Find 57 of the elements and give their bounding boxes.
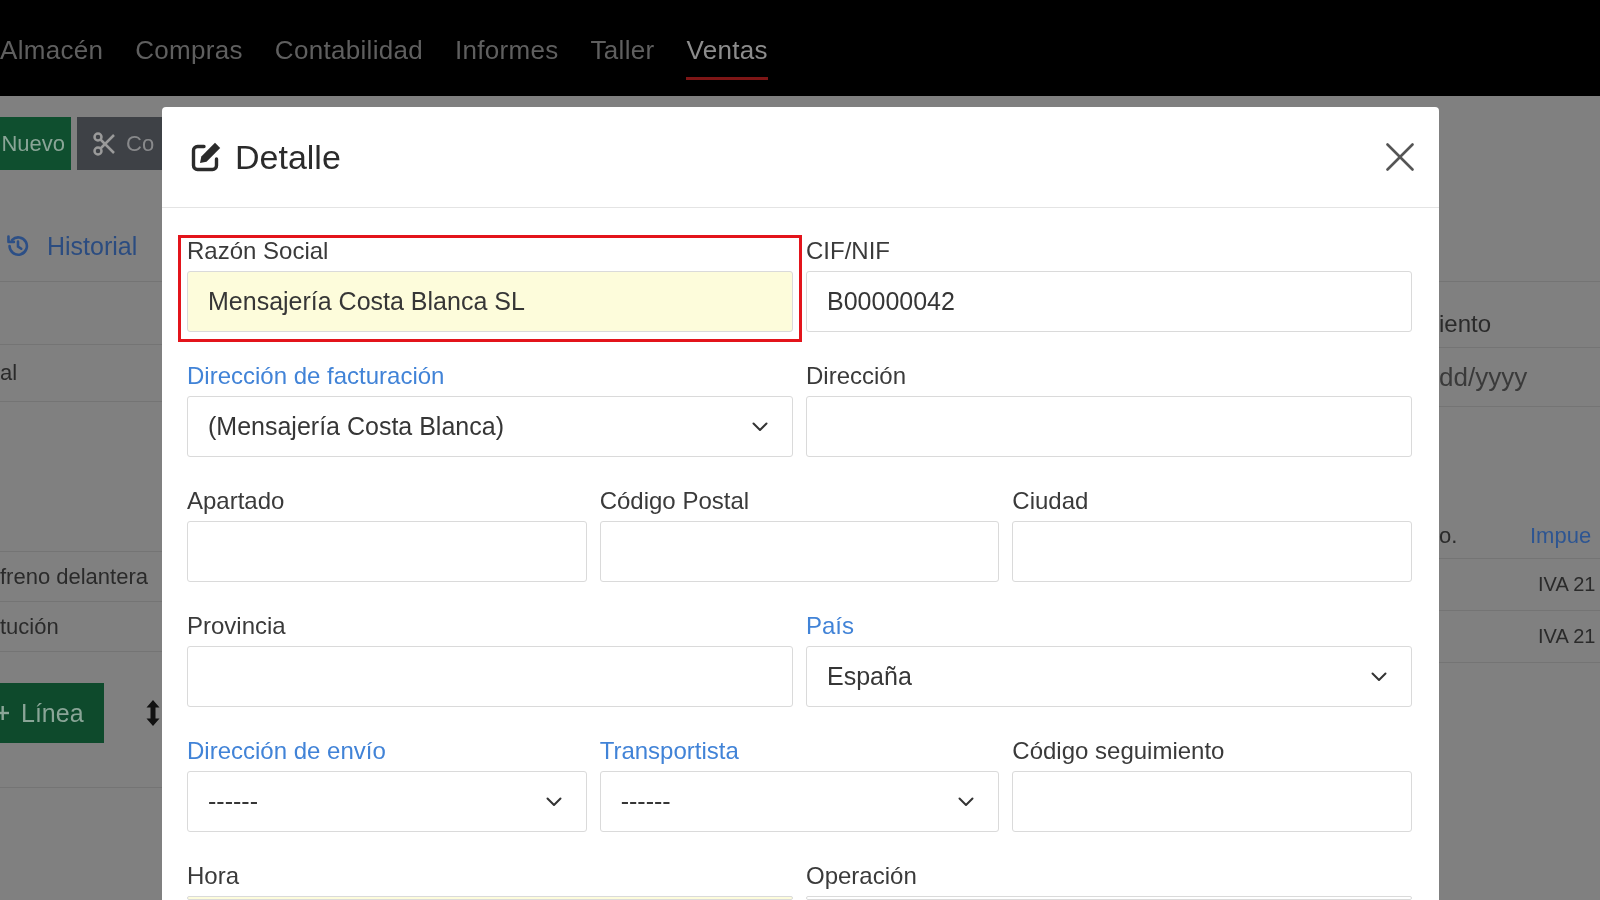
add-line-button[interactable]: Línea: [0, 683, 104, 743]
tax-rate: IVA 21: [1538, 625, 1596, 648]
tax-rate: IVA 21: [1538, 573, 1596, 596]
text-field[interactable]: [806, 896, 1412, 900]
text-field[interactable]: [1012, 521, 1412, 582]
nav-tab[interactable]: Ventas: [686, 33, 768, 80]
text-field[interactable]: B00000042: [806, 271, 1412, 332]
new-button[interactable]: Nuevo: [0, 117, 71, 170]
dialog-title: Detalle: [235, 137, 341, 177]
field-label: Dirección: [806, 361, 907, 391]
column-header: o.: [1439, 522, 1459, 550]
text-field[interactable]: [187, 521, 587, 582]
scissors-icon: [93, 131, 115, 156]
history-link[interactable]: Historial: [5, 226, 138, 266]
plus-icon: [0, 706, 9, 720]
line-description: tución: [0, 613, 59, 640]
copy-button[interactable]: Co: [77, 117, 162, 170]
text-field[interactable]: Mensajería Costa Blanca SL: [187, 271, 793, 332]
text-field[interactable]: [187, 646, 793, 707]
select-field[interactable]: España: [806, 646, 1412, 707]
chevron-down-icon: [752, 421, 768, 432]
text-field[interactable]: [1012, 771, 1412, 832]
nav-tab[interactable]: Informes: [455, 33, 559, 80]
nav-tab[interactable]: Compras: [135, 33, 243, 80]
nav-tab[interactable]: Taller: [590, 33, 655, 80]
field-label: Operación: [806, 861, 917, 891]
field-label-link[interactable]: Dirección de envío: [187, 736, 386, 766]
select-field[interactable]: ------: [187, 771, 587, 832]
select-field[interactable]: ------: [599, 771, 1000, 832]
chevron-down-icon: [1371, 671, 1387, 682]
field-label: Provincia: [187, 611, 286, 641]
field-label: Código Postal: [599, 486, 750, 516]
field-label: CIF/NIF: [806, 236, 890, 266]
edit-icon: [190, 141, 222, 173]
field-label-link[interactable]: Dirección de facturación: [187, 361, 445, 391]
text-field[interactable]: [187, 896, 793, 900]
text-field[interactable]: [599, 521, 1000, 582]
field-label: Apartado: [187, 486, 285, 516]
select-field[interactable]: (Mensajería Costa Blanca): [187, 396, 793, 457]
nav-tab[interactable]: Contabilidad: [274, 33, 423, 80]
field-label: Razón Social: [187, 236, 329, 266]
nav-tab[interactable]: Almacén: [0, 33, 104, 80]
field-label: Ciudad: [1012, 486, 1089, 516]
close-icon[interactable]: [1386, 143, 1414, 171]
field-label: Código seguimiento: [1012, 736, 1225, 766]
line-description: freno delantera: [0, 563, 148, 590]
date-field[interactable]: dd/yyyy: [1439, 362, 1528, 392]
history-icon: [5, 233, 31, 259]
chevron-down-icon: [958, 796, 975, 807]
field-label-link[interactable]: Transportista: [599, 736, 739, 766]
text-field[interactable]: [806, 396, 1412, 457]
field-text: al: [0, 360, 18, 386]
vertical-arrows-icon[interactable]: [146, 700, 160, 726]
field-label-link[interactable]: País: [806, 611, 855, 641]
field-label: Hora: [187, 861, 240, 891]
chevron-down-icon: [545, 796, 562, 807]
field-label: iento: [1439, 309, 1492, 339]
